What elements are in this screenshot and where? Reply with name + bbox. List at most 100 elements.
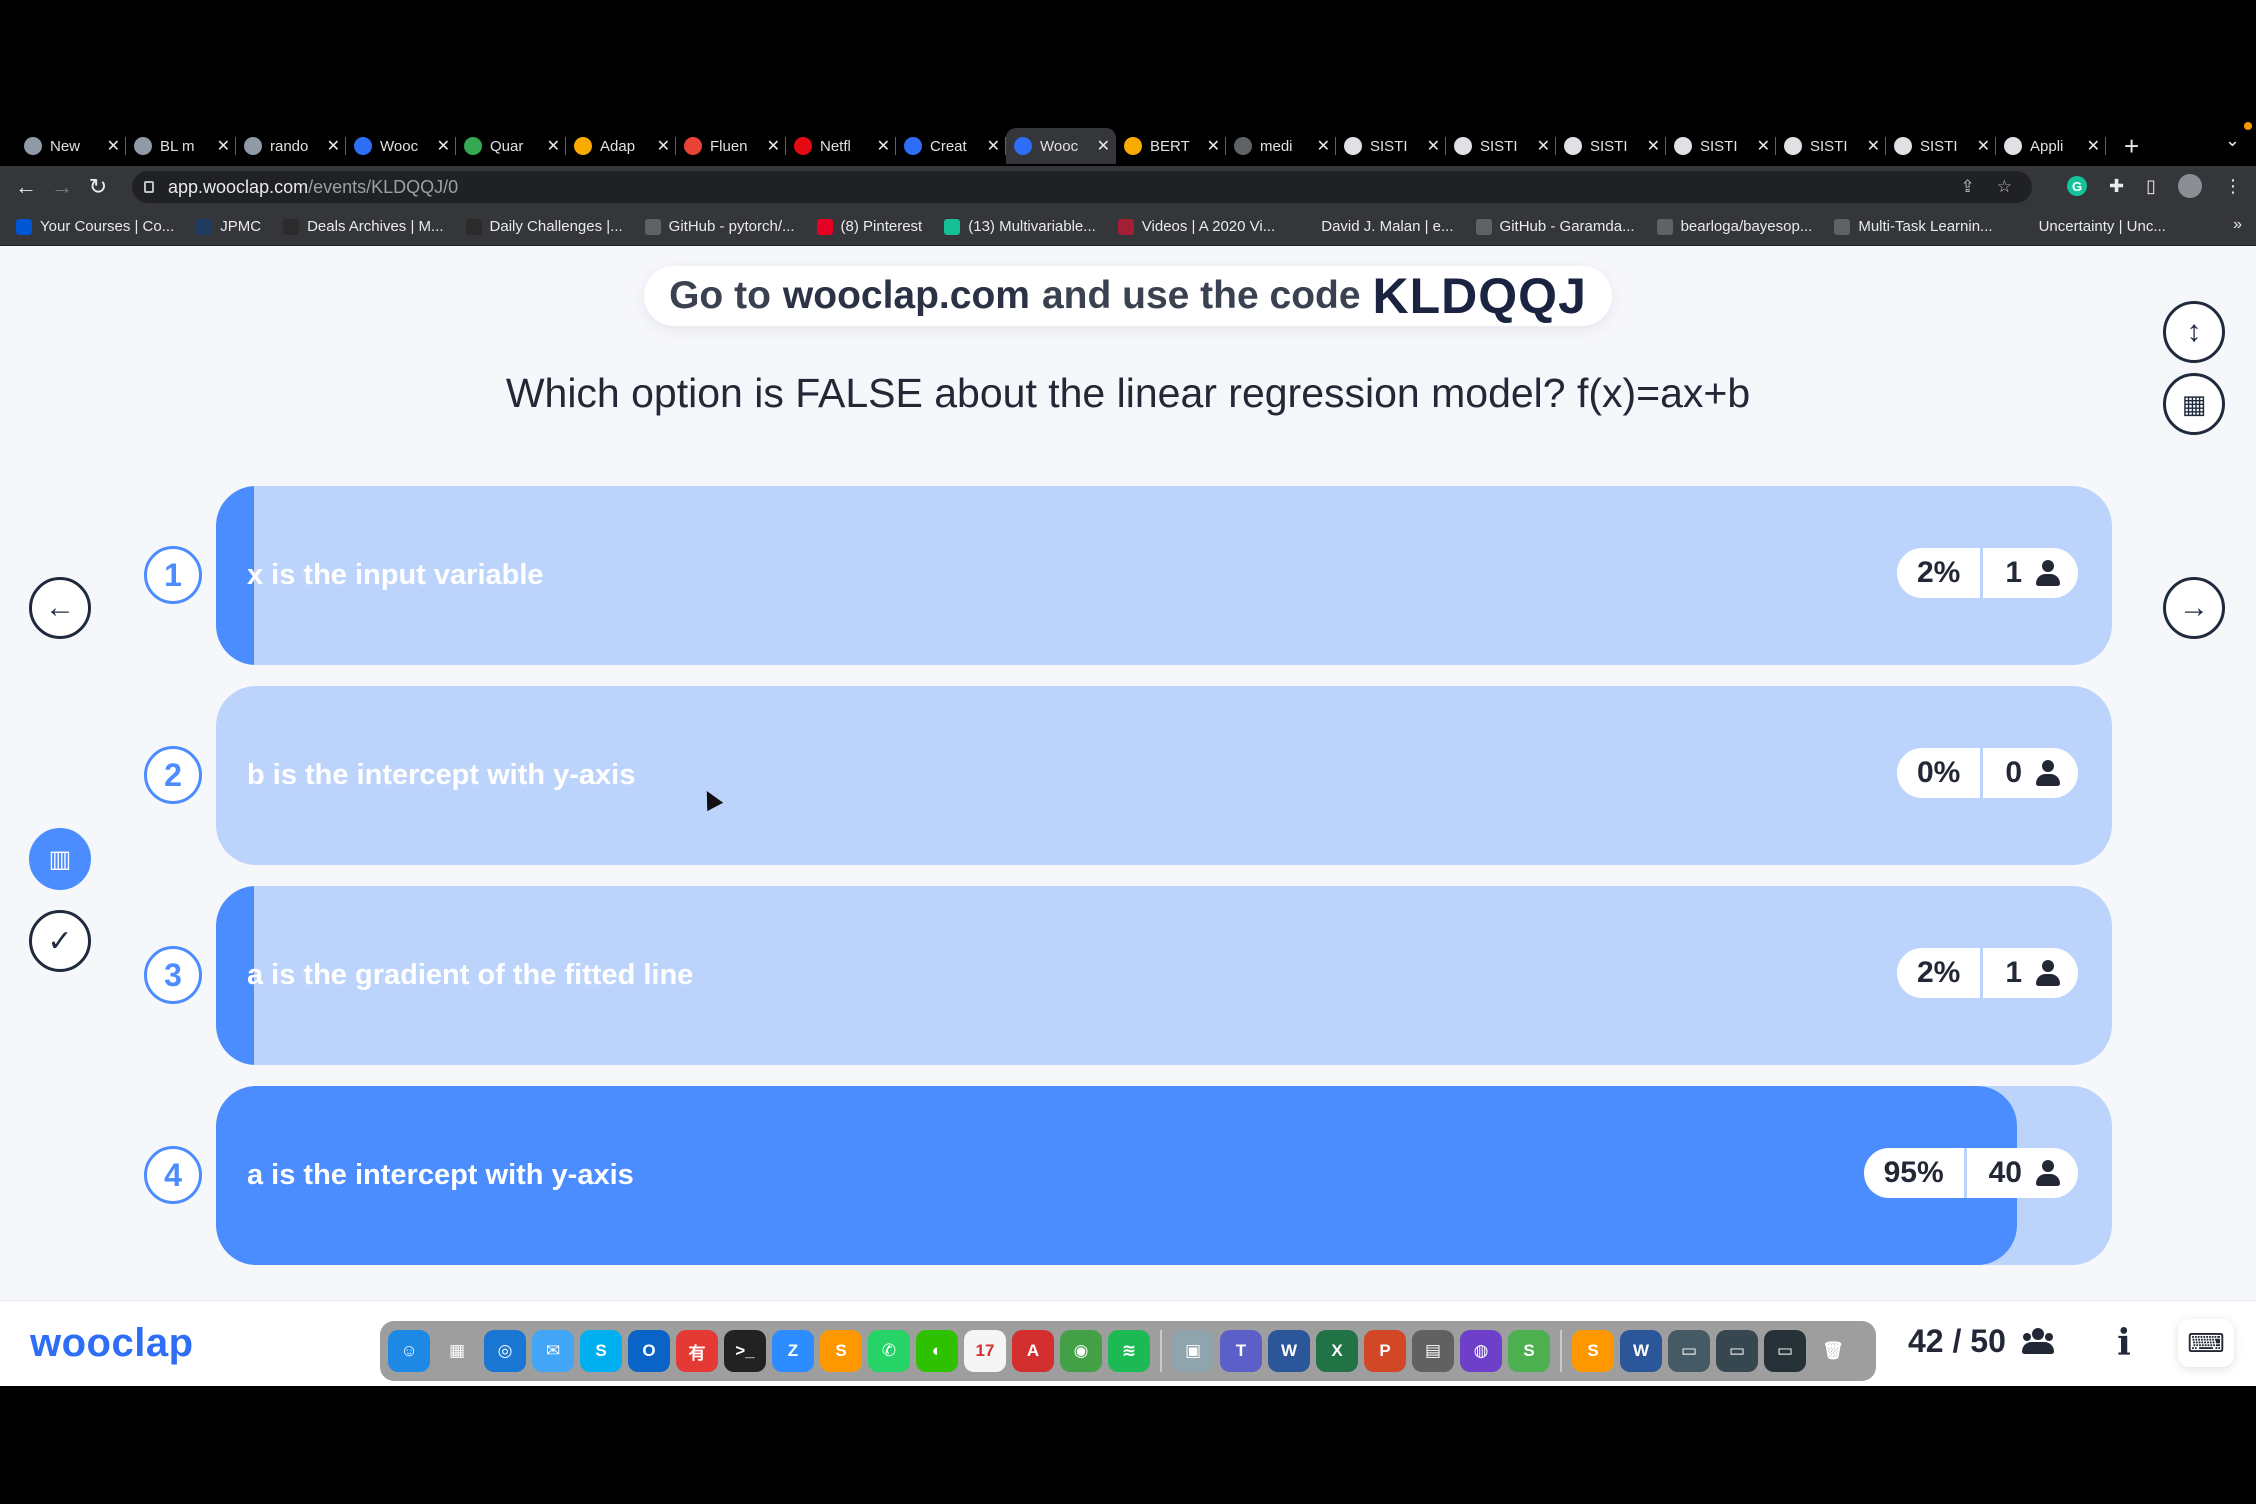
bookmark-item[interactable]: Videos | A 2020 Vi... <box>1117 218 1275 235</box>
extensions-icon[interactable]: ✚ <box>2109 176 2124 197</box>
close-tab-icon[interactable]: ✕ <box>1317 136 1330 156</box>
close-tab-icon[interactable]: ✕ <box>1427 136 1440 156</box>
bookmark-item[interactable]: (13) Multivariable... <box>944 218 1096 235</box>
reload-button[interactable]: ↻ <box>80 174 116 200</box>
whatsapp-icon[interactable]: ✆ <box>868 1330 910 1372</box>
preview-icon[interactable]: ▣ <box>1172 1330 1214 1372</box>
bookmark-item[interactable]: bearloga/bayesop... <box>1656 218 1812 235</box>
pages-icon[interactable]: S <box>1572 1330 1614 1372</box>
close-tab-icon[interactable]: ✕ <box>767 136 780 156</box>
spotify-icon[interactable]: ≋ <box>1108 1330 1150 1372</box>
address-bar[interactable]: app.wooclap.com/events/KLDQQJ/0 ⇪ ☆ <box>132 171 2032 203</box>
bookmark-item[interactable]: Multi-Task Learnin... <box>1834 218 1993 235</box>
sublime-icon[interactable]: S <box>820 1330 862 1372</box>
finder-icon[interactable]: ☺ <box>388 1330 430 1372</box>
browser-tab[interactable]: Wooc ✕ <box>1006 128 1116 164</box>
calculator-icon[interactable]: ▤ <box>1412 1330 1454 1372</box>
new-tab-button[interactable]: + <box>2124 131 2139 162</box>
acrobat-icon[interactable]: A <box>1012 1330 1054 1372</box>
qr-code-button[interactable]: ▦ <box>2163 373 2225 435</box>
grammarly-extension-icon[interactable]: G <box>2067 176 2087 196</box>
close-tab-icon[interactable]: ✕ <box>1867 136 1880 156</box>
tab-search-icon[interactable]: ⌄ <box>2225 130 2240 151</box>
outlook-icon[interactable]: O <box>628 1330 670 1372</box>
browser-tab[interactable]: SISTI ✕ <box>1336 128 1446 164</box>
forward-button[interactable]: → <box>44 174 80 200</box>
bookmark-item[interactable]: GitHub - Garamda... <box>1475 218 1635 235</box>
skype-icon[interactable]: S <box>580 1330 622 1372</box>
teams-icon[interactable]: T <box>1220 1330 1262 1372</box>
close-tab-icon[interactable]: ✕ <box>657 136 670 156</box>
window-icon[interactable]: ▭ <box>1668 1330 1710 1372</box>
browser-tab[interactable]: SISTI ✕ <box>1666 128 1776 164</box>
next-question-button[interactable]: → <box>2163 577 2225 639</box>
excel-icon[interactable]: X <box>1316 1330 1358 1372</box>
show-results-button[interactable]: ▥ <box>29 828 91 890</box>
github-desktop-icon[interactable]: ◍ <box>1460 1330 1502 1372</box>
browser-menu-icon[interactable]: ⋮ <box>2224 176 2242 197</box>
browser-tab[interactable]: SISTI ✕ <box>1776 128 1886 164</box>
window-icon[interactable]: ▭ <box>1716 1330 1758 1372</box>
side-panel-icon[interactable]: ▯ <box>2146 176 2156 197</box>
browser-tab[interactable]: rando ✕ <box>236 128 346 164</box>
browser-tab[interactable]: Adap ✕ <box>566 128 676 164</box>
bookmark-item[interactable]: Your Courses | Co... <box>16 218 174 235</box>
expand-vertical-button[interactable]: ↕ <box>2163 301 2225 363</box>
browser-tab[interactable]: SISTI ✕ <box>1886 128 1996 164</box>
answer-option[interactable]: x is the input variable 2% 1 <box>216 486 2112 665</box>
share-icon[interactable]: ⇪ <box>1961 177 1975 197</box>
close-tab-icon[interactable]: ✕ <box>1097 136 1110 156</box>
close-tab-icon[interactable]: ✕ <box>437 136 450 156</box>
powerpoint-icon[interactable]: P <box>1364 1330 1406 1372</box>
browser-tab[interactable]: Appli ✕ <box>1996 128 2106 164</box>
chrome-icon[interactable]: ◉ <box>1060 1330 1102 1372</box>
trash-icon[interactable]: 🗑 <box>1812 1330 1854 1372</box>
browser-tab[interactable]: BERT ✕ <box>1116 128 1226 164</box>
answer-option[interactable]: a is the intercept with y-axis 95% 40 <box>216 1086 2112 1265</box>
window-icon[interactable]: ▭ <box>1764 1330 1806 1372</box>
launchpad-icon[interactable]: ▦ <box>436 1330 478 1372</box>
browser-tab[interactable]: SISTI ✕ <box>1446 128 1556 164</box>
bookmark-item[interactable]: JPMC <box>196 218 261 235</box>
browser-tab[interactable]: SISTI ✕ <box>1556 128 1666 164</box>
bookmark-item[interactable]: David J. Malan | e... <box>1297 218 1454 235</box>
youdao-icon[interactable]: 有 <box>676 1330 718 1372</box>
info-button[interactable]: i <box>2100 1319 2148 1367</box>
show-correct-answer-button[interactable]: ✓ <box>29 910 91 972</box>
browser-tab[interactable]: Quar ✕ <box>456 128 566 164</box>
browser-tab[interactable]: medi ✕ <box>1226 128 1336 164</box>
wechat-icon[interactable]: ◐ <box>916 1330 958 1372</box>
keyboard-shortcuts-button[interactable]: ⌨ <box>2178 1319 2234 1367</box>
bookmark-item[interactable]: GitHub - pytorch/... <box>644 218 795 235</box>
zoom-icon[interactable]: Z <box>772 1330 814 1372</box>
browser-tab[interactable]: Fluen ✕ <box>676 128 786 164</box>
answer-option[interactable]: a is the gradient of the fitted line 2% 1 <box>216 886 2112 1065</box>
safari-icon[interactable]: ◎ <box>484 1330 526 1372</box>
word-icon[interactable]: W <box>1268 1330 1310 1372</box>
browser-tab[interactable]: BL m ✕ <box>126 128 236 164</box>
close-tab-icon[interactable]: ✕ <box>547 136 560 156</box>
close-tab-icon[interactable]: ✕ <box>217 136 230 156</box>
close-tab-icon[interactable]: ✕ <box>877 136 890 156</box>
close-tab-icon[interactable]: ✕ <box>1977 136 1990 156</box>
close-tab-icon[interactable]: ✕ <box>1537 136 1550 156</box>
word-doc-icon[interactable]: W <box>1620 1330 1662 1372</box>
previous-question-button[interactable]: ← <box>29 577 91 639</box>
close-tab-icon[interactable]: ✕ <box>327 136 340 156</box>
close-tab-icon[interactable]: ✕ <box>1647 136 1660 156</box>
calendar-icon[interactable]: 17 <box>964 1330 1006 1372</box>
bookmark-item[interactable]: Daily Challenges |... <box>465 218 623 235</box>
bookmark-star-icon[interactable]: ☆ <box>1997 177 2012 197</box>
more-bookmarks-icon[interactable]: » <box>2233 216 2242 234</box>
close-tab-icon[interactable]: ✕ <box>1207 136 1220 156</box>
browser-tab[interactable]: New ✕ <box>16 128 126 164</box>
bookmark-item[interactable]: Uncertainty | Unc... <box>2014 218 2166 235</box>
lock-icon[interactable] <box>144 181 154 193</box>
browser-tab[interactable]: Netfl ✕ <box>786 128 896 164</box>
terminal-icon[interactable]: >_ <box>724 1330 766 1372</box>
scrivener-icon[interactable]: S <box>1508 1330 1550 1372</box>
close-tab-icon[interactable]: ✕ <box>107 136 120 156</box>
browser-tab[interactable]: Creat ✕ <box>896 128 1006 164</box>
close-tab-icon[interactable]: ✕ <box>2087 136 2100 156</box>
back-button[interactable]: ← <box>8 174 44 200</box>
